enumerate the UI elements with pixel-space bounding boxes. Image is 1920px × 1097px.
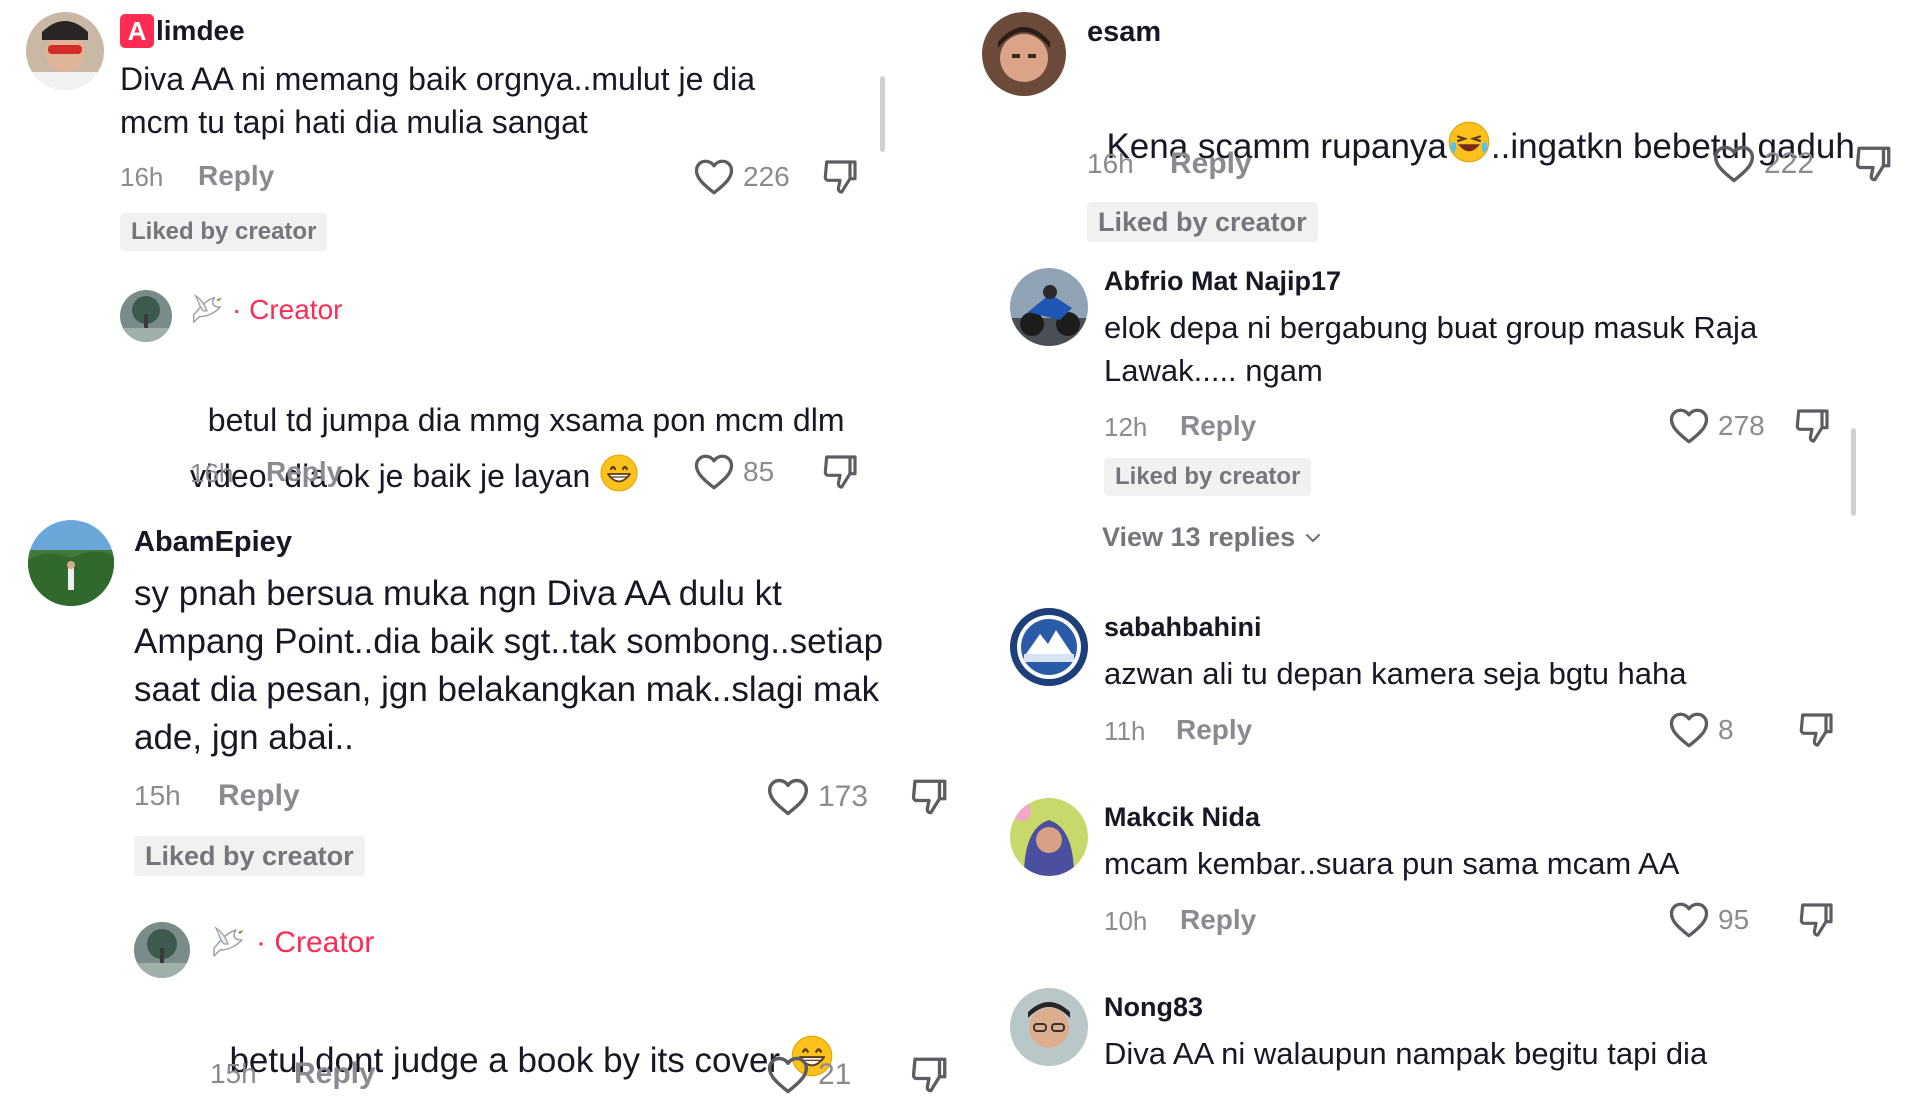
comment-text: azwan ali tu depan kamera seja bgtu haha bbox=[1104, 656, 1687, 691]
dislike-button[interactable] bbox=[1796, 900, 1836, 940]
scrollbar[interactable] bbox=[880, 76, 885, 152]
like-button[interactable]: 226 bbox=[693, 156, 790, 198]
comment-time: 16h bbox=[120, 162, 164, 192]
dislike-button[interactable] bbox=[820, 452, 860, 492]
dislike-button[interactable] bbox=[1792, 406, 1832, 446]
comment-time: 12h bbox=[1104, 412, 1148, 442]
like-button[interactable]: 173 bbox=[766, 775, 868, 819]
avatar-abamepiey[interactable] bbox=[28, 520, 114, 606]
username[interactable]: Alimdee bbox=[120, 14, 245, 48]
heart-outline-icon bbox=[766, 775, 810, 819]
heart-outline-icon bbox=[1668, 405, 1710, 447]
dislike-button[interactable] bbox=[908, 1054, 950, 1096]
like-button[interactable]: 278 bbox=[1668, 405, 1765, 447]
like-count: 226 bbox=[743, 161, 790, 192]
liked-by-creator-badge: Liked by creator bbox=[120, 213, 328, 251]
creator-label: · Creator bbox=[256, 926, 375, 959]
reply-text-line-2: video. dia ok je baik je layan bbox=[190, 458, 591, 494]
creator-label: · Creator bbox=[232, 294, 343, 325]
heart-outline-icon bbox=[1668, 709, 1710, 751]
avatar-makcik-nida[interactable] bbox=[1010, 798, 1088, 876]
avatar-nong83[interactable] bbox=[1010, 988, 1088, 1066]
avatar-esam[interactable] bbox=[982, 12, 1066, 96]
thumbs-down-icon bbox=[1852, 143, 1894, 185]
like-button[interactable]: 95 bbox=[1668, 899, 1749, 941]
view-replies-button[interactable]: View 13 replies bbox=[1102, 522, 1323, 553]
like-button[interactable]: 85 bbox=[693, 451, 774, 493]
username[interactable]: sabahbahini bbox=[1104, 612, 1262, 643]
heart-outline-icon bbox=[1712, 142, 1756, 186]
reply-time: 16h bbox=[190, 458, 234, 488]
reply-button[interactable]: Reply bbox=[294, 1057, 376, 1091]
reply-button[interactable]: Reply bbox=[1180, 904, 1256, 936]
comment-text: sy pnah bersua muka ngn Diva AA dulu kt … bbox=[134, 574, 884, 757]
username-text: limdee bbox=[156, 15, 245, 46]
heart-outline-icon bbox=[693, 156, 735, 198]
liked-by-creator-badge: Liked by creator bbox=[134, 836, 365, 876]
comment-text: Diva AA ni walaupun nampak begitu tapi d… bbox=[1104, 1036, 1708, 1071]
comment-text: mcam kembar..suara pun sama mcam AA bbox=[1104, 846, 1680, 881]
like-count: 173 bbox=[818, 780, 869, 813]
reply-button[interactable]: Reply bbox=[266, 456, 342, 488]
reply-text-line-1: betul td jumpa dia mmg xsama pon mcm dlm bbox=[207, 402, 845, 438]
avatar-creator[interactable] bbox=[120, 290, 172, 342]
laughing-emoji-icon bbox=[1447, 120, 1491, 164]
reply-button[interactable]: Reply bbox=[1176, 714, 1252, 746]
scrollbar[interactable] bbox=[1851, 428, 1856, 516]
reply-button[interactable]: Reply bbox=[198, 160, 274, 192]
reply-button[interactable]: Reply bbox=[218, 779, 300, 813]
comment-text: elok depa ni bergabung buat group masuk … bbox=[1104, 310, 1758, 388]
like-count: 222 bbox=[1764, 147, 1815, 180]
thumbs-down-icon bbox=[820, 157, 860, 197]
view-replies-label: View 13 replies bbox=[1102, 522, 1296, 552]
avatar-sabahbahini[interactable] bbox=[1010, 608, 1088, 686]
heart-outline-icon bbox=[1668, 899, 1710, 941]
grinning-emoji-icon bbox=[599, 453, 639, 493]
thumbs-down-icon bbox=[1792, 406, 1832, 446]
dislike-button[interactable] bbox=[908, 776, 950, 818]
thumbs-down-icon bbox=[1796, 710, 1836, 750]
like-count: 21 bbox=[818, 1058, 852, 1091]
avatar-limdee[interactable] bbox=[26, 12, 104, 90]
thumbs-down-icon bbox=[908, 1054, 950, 1096]
dove-icon bbox=[188, 290, 226, 333]
dislike-button[interactable] bbox=[1852, 143, 1894, 185]
username[interactable]: AbamEpiey bbox=[134, 526, 292, 559]
avatar-abfrio[interactable] bbox=[1010, 268, 1088, 346]
username[interactable]: Abfrio Mat Najip17 bbox=[1104, 266, 1341, 297]
username[interactable]: Nong83 bbox=[1104, 992, 1203, 1023]
user-emoji-badge: A bbox=[120, 14, 154, 48]
like-count: 8 bbox=[1718, 714, 1734, 745]
dove-icon bbox=[208, 922, 248, 967]
liked-by-creator-badge: Liked by creator bbox=[1087, 202, 1318, 242]
username[interactable]: Makcik Nida bbox=[1104, 802, 1260, 833]
comment-time: 10h bbox=[1104, 906, 1148, 936]
like-count: 278 bbox=[1718, 410, 1765, 441]
heart-outline-icon bbox=[766, 1053, 810, 1097]
heart-outline-icon bbox=[693, 451, 735, 493]
thumbs-down-icon bbox=[908, 776, 950, 818]
dislike-button[interactable] bbox=[1796, 710, 1836, 750]
thumbs-down-icon bbox=[1796, 900, 1836, 940]
comment-time: 15h bbox=[134, 780, 181, 811]
reply-time: 15h bbox=[210, 1058, 257, 1089]
like-button[interactable]: 21 bbox=[766, 1053, 851, 1097]
reply-button[interactable]: Reply bbox=[1180, 410, 1256, 442]
reply-button[interactable]: Reply bbox=[1170, 147, 1252, 181]
chevron-down-icon bbox=[1306, 533, 1321, 542]
username[interactable]: esam bbox=[1087, 16, 1161, 49]
like-button[interactable]: 222 bbox=[1712, 142, 1814, 186]
like-count: 85 bbox=[743, 456, 775, 487]
thumbs-down-icon bbox=[820, 452, 860, 492]
like-button[interactable]: 8 bbox=[1668, 709, 1734, 751]
avatar-creator[interactable] bbox=[134, 922, 190, 978]
comment-time: 11h bbox=[1104, 716, 1146, 746]
liked-by-creator-badge: Liked by creator bbox=[1104, 458, 1312, 496]
comment-text: Diva AA ni memang baik orgnya..mulut je … bbox=[120, 61, 755, 140]
like-count: 95 bbox=[1718, 904, 1750, 935]
dislike-button[interactable] bbox=[820, 157, 860, 197]
comment-text-part-1: Kena scamm rupanya bbox=[1106, 127, 1447, 166]
comment-time: 16h bbox=[1087, 148, 1134, 179]
